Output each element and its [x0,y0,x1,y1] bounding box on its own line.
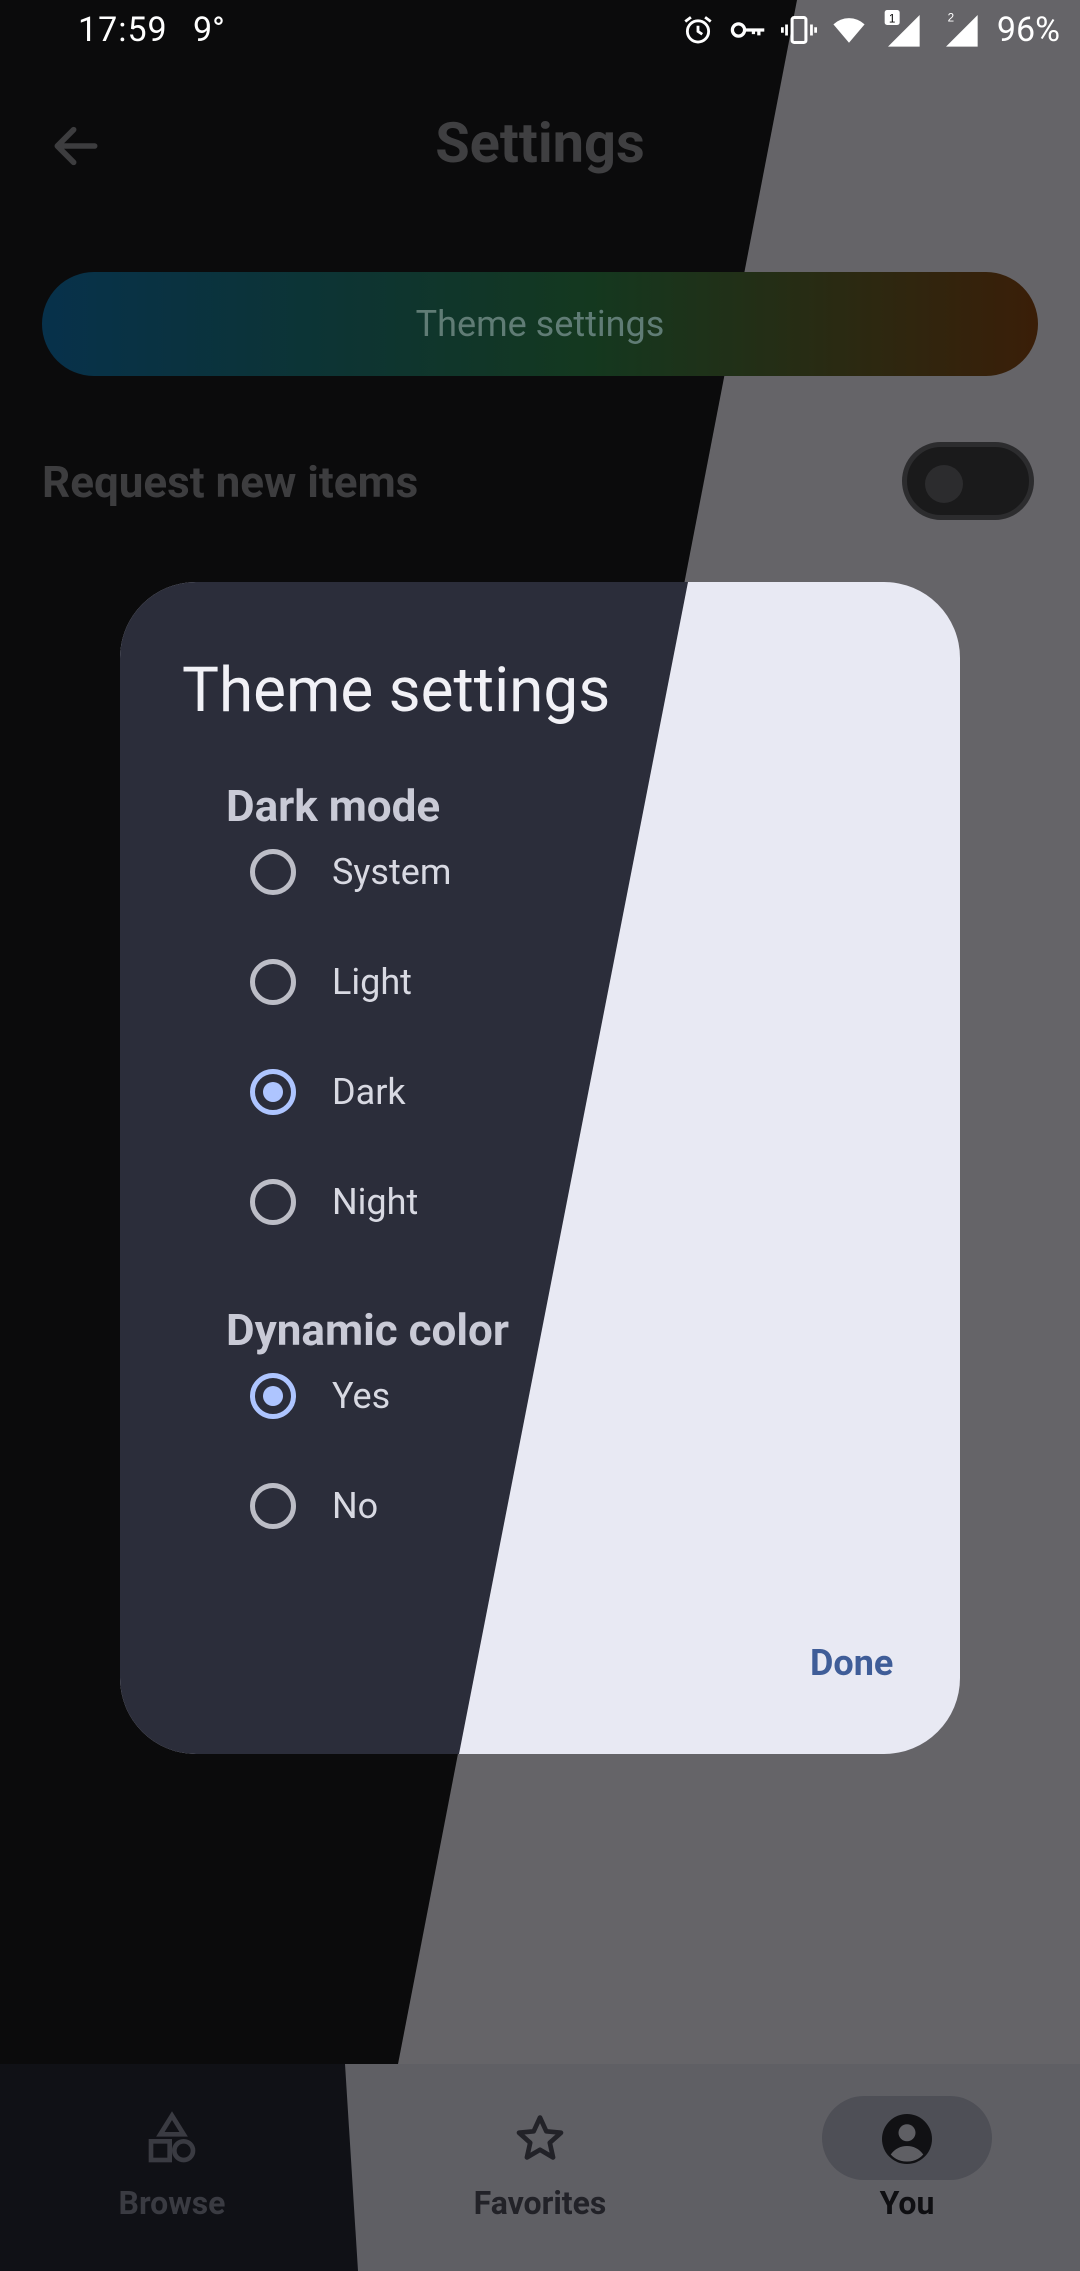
vibrate-icon [780,16,817,44]
status-icons: 1 2 96% [681,10,1060,50]
option-label: No [332,1485,379,1527]
status-bar: 17:59 9° 1 2 96% [0,0,1080,64]
star-icon [516,2115,564,2160]
svg-text:2: 2 [948,12,954,25]
wifi-icon [833,18,865,43]
signal-sim2-icon: 2 [945,12,978,47]
shapes-icon [148,2111,196,2163]
radio-option-night[interactable]: Night [250,1172,418,1232]
bottom-navigation: Browse Favorites You [0,2064,1080,2271]
radio-button-selected[interactable] [250,1069,296,1115]
theme-settings-dialog: Theme settings Dark mode System Light Da… [120,582,960,1754]
toggle-knob [925,465,963,503]
svg-text:1: 1 [889,13,895,26]
nav-label: Favorites [473,2184,607,2222]
radio-button-selected[interactable] [250,1373,296,1419]
radio-option-dark[interactable]: Dark [250,1062,406,1122]
battery-level: 96% [996,10,1060,50]
dialog-dark-half [120,582,688,1754]
radio-button[interactable] [250,1179,296,1225]
dark-mode-heading: Dark mode [226,780,441,832]
radio-option-yes[interactable]: Yes [250,1366,390,1426]
nav-label: Browse [118,2184,226,2222]
radio-button[interactable] [250,959,296,1005]
nav-item-favorites[interactable]: Favorites [430,2104,650,2222]
vpn-key-icon [730,22,765,38]
option-label: Light [332,961,412,1003]
request-new-items-toggle[interactable] [902,442,1034,520]
radio-option-light[interactable]: Light [250,952,412,1012]
option-label: Night [332,1181,419,1223]
option-label: System [332,851,452,893]
theme-settings-button[interactable]: Theme settings [42,272,1038,376]
radio-button[interactable] [250,849,296,895]
radio-button[interactable] [250,1483,296,1529]
nav-item-you[interactable]: You [797,2104,1017,2222]
radio-option-no[interactable]: No [250,1476,378,1536]
radio-option-system[interactable]: System [250,842,451,902]
signal-sim1-icon: 1 [884,10,920,47]
option-label: Yes [332,1375,391,1417]
dynamic-color-heading: Dynamic color [226,1304,509,1356]
request-new-items-label: Request new items [42,456,419,508]
done-button[interactable]: Done [810,1642,893,1684]
alarm-icon [684,16,712,44]
account-circle-icon [882,2114,932,2164]
option-label: Dark [332,1071,406,1113]
status-time: 17:59 [78,10,168,50]
dialog-title: Theme settings [182,654,611,727]
page-title: Settings [435,110,645,176]
nav-label: You [879,2184,935,2222]
nav-item-browse[interactable]: Browse [62,2104,282,2222]
status-temperature: 9° [193,10,225,50]
